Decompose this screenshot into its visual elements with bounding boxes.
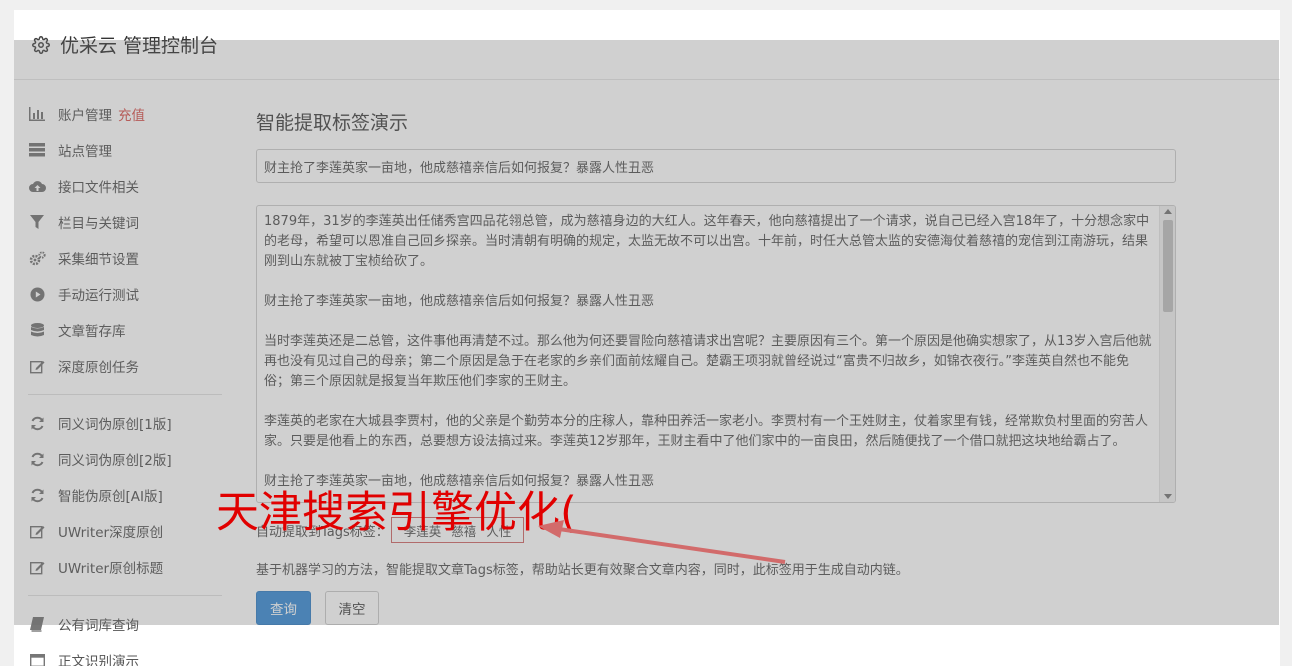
database-icon <box>28 321 46 339</box>
arrow-icon <box>538 520 786 564</box>
sidebar-item-collection-settings[interactable]: 采集细节设置 <box>28 240 224 276</box>
sidebar-item-columns-keywords[interactable]: 栏目与关键词 <box>28 204 224 240</box>
sidebar-item-label: 同义词伪原创[2版] <box>58 453 172 469</box>
sidebar-item-label: 深度原创任务 <box>58 360 139 376</box>
refresh-icon <box>28 414 46 432</box>
sidebar-item-label: UWriter深度原创 <box>58 525 164 541</box>
filter-icon <box>28 213 46 231</box>
sidebar-item-deep-original-tasks[interactable]: 深度原创任务 <box>28 348 224 384</box>
play-circle-icon <box>28 285 46 303</box>
content-paragraph: 财主抢了李莲英家一亩地，他成慈禧亲信后如何报复？暴露人性丑恶 <box>264 294 655 309</box>
sidebar-item-label: 采集细节设置 <box>58 252 139 268</box>
sidebar-item-label: 智能伪原创[AI版] <box>58 489 163 505</box>
sidebar-item-label: 同义词伪原创[1版] <box>58 417 172 433</box>
sidebar-item-label: 公有词库查询 <box>58 618 139 634</box>
sidebar-item-label: 文章暂存库 <box>58 324 126 340</box>
watermark-text: 天津搜索引擎优化( <box>216 488 577 538</box>
edit-icon <box>28 558 46 576</box>
sidebar-item-label: 栏目与关键词 <box>58 216 139 232</box>
sidebar-item-public-dictionary[interactable]: 公有词库查询 <box>28 606 224 642</box>
sidebar-item-label: 手动运行测试 <box>58 288 139 304</box>
bar-chart-icon <box>28 105 46 123</box>
content-paragraph: 当时李莲英还是二总管，这件事他再清楚不过。那么他为何还要冒险向慈禧请求出宫呢？主… <box>264 334 1152 389</box>
refresh-icon <box>28 486 46 504</box>
sidebar: 账户管理 充值 站点管理 接口文件相关 栏目与关键词 采集细节设置 手动运行测试 <box>28 96 224 666</box>
sidebar-item-label: UWriter原创标题 <box>58 561 164 577</box>
textarea-scrollbar[interactable] <box>1159 206 1175 502</box>
article-title-input[interactable]: 财主抢了李莲英家一亩地，他成慈禧亲信后如何报复？暴露人性丑恶 <box>256 149 1176 183</box>
scroll-up-icon[interactable] <box>1164 209 1172 214</box>
sidebar-item-article-storage[interactable]: 文章暂存库 <box>28 312 224 348</box>
app-title: 优采云 管理控制台 <box>60 35 219 57</box>
article-content-text: 1879年，31岁的李莲英出任储秀宫四品花翎总管，成为慈禧身边的大红人。这年春天… <box>264 212 1153 502</box>
sidebar-item-text-recognition[interactable]: 正文识别演示 <box>28 642 224 666</box>
sidebar-item-synonym-v1[interactable]: 同义词伪原创[1版] <box>28 405 224 441</box>
sidebar-item-label: 正文识别演示 <box>58 654 139 666</box>
scroll-thumb[interactable] <box>1163 220 1173 312</box>
sidebar-item-interface-files[interactable]: 接口文件相关 <box>28 168 224 204</box>
sidebar-item-uwriter-title[interactable]: UWriter原创标题 <box>28 549 224 585</box>
book-icon <box>28 615 46 633</box>
gear-icon <box>32 35 50 54</box>
article-content-textarea[interactable]: 1879年，31岁的李莲英出任储秀宫四品花翎总管，成为慈禧身边的大红人。这年春天… <box>256 205 1176 503</box>
server-list-icon <box>28 141 46 159</box>
sidebar-item-label: 站点管理 <box>58 144 112 160</box>
action-buttons: 查询 清空 <box>256 591 379 625</box>
query-button[interactable]: 查询 <box>256 591 311 625</box>
sidebar-item-synonym-v2[interactable]: 同义词伪原创[2版] <box>28 441 224 477</box>
sidebar-item-account[interactable]: 账户管理 充值 <box>28 96 224 132</box>
sidebar-item-label: 接口文件相关 <box>58 180 139 196</box>
scroll-down-icon[interactable] <box>1164 494 1172 499</box>
sidebar-item-uwriter-deep[interactable]: UWriter深度原创 <box>28 513 224 549</box>
recharge-badge[interactable]: 充值 <box>118 104 145 124</box>
cloud-upload-icon <box>28 177 46 195</box>
edit-icon <box>28 357 46 375</box>
sidebar-item-label: 账户管理 <box>58 108 112 124</box>
window-icon <box>28 651 46 666</box>
sidebar-divider <box>28 595 222 596</box>
sidebar-item-ai-rewrite[interactable]: 智能伪原创[AI版] <box>28 477 224 513</box>
gears-icon <box>28 249 46 267</box>
content-paragraph: 1879年，31岁的李莲英出任储秀宫四品花翎总管，成为慈禧身边的大红人。这年春天… <box>264 214 1150 269</box>
content-paragraph: 李莲英的老家在大城县李贾村，他的父亲是个勤劳本分的庄稼人，靠种田养活一家老小。李… <box>264 414 1149 449</box>
sidebar-divider <box>28 394 222 395</box>
edit-icon <box>28 522 46 540</box>
sidebar-item-manual-test[interactable]: 手动运行测试 <box>28 276 224 312</box>
sidebar-item-sites[interactable]: 站点管理 <box>28 132 224 168</box>
header: 优采云 管理控制台 <box>14 10 1280 80</box>
page-title: 智能提取标签演示 <box>256 112 409 134</box>
refresh-icon <box>28 450 46 468</box>
clear-button[interactable]: 清空 <box>325 591 379 625</box>
